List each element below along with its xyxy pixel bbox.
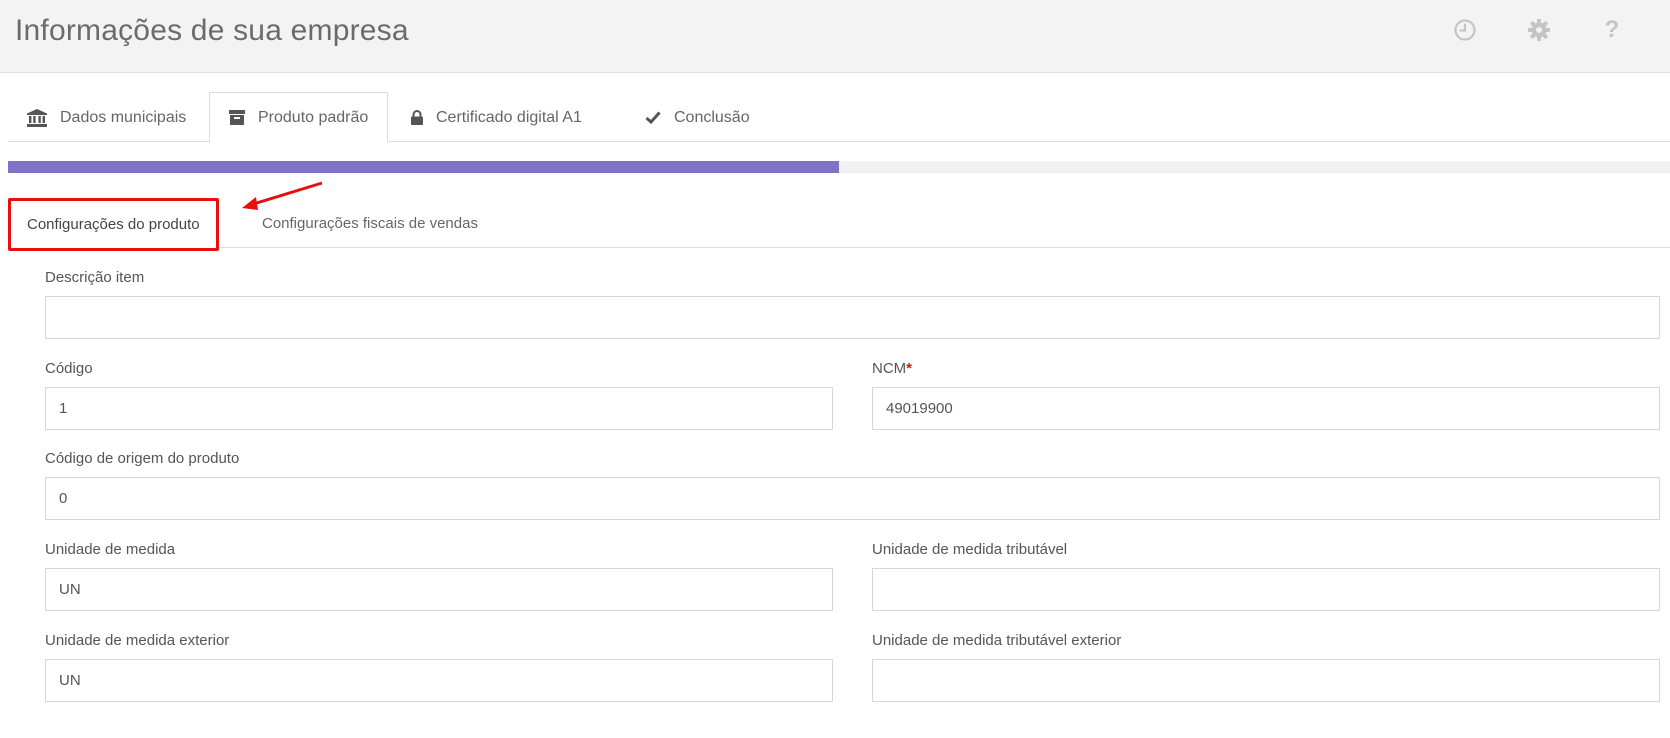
unidade-trib-input[interactable] <box>872 568 1660 611</box>
clock-icon[interactable] <box>1453 18 1477 42</box>
origem-label: Código de origem do produto <box>45 450 240 467</box>
ncm-label-text: NCM <box>872 360 907 377</box>
codigo-label: Código <box>45 360 93 377</box>
tab-label: Configurações do produto <box>27 216 200 233</box>
archive-icon <box>229 110 245 125</box>
step-label: Certificado digital A1 <box>436 108 582 126</box>
unidade-ext-input[interactable] <box>45 659 833 702</box>
page-header: Informações de sua empresa ? <box>0 0 1670 73</box>
unidade-label: Unidade de medida <box>45 541 176 558</box>
step-certificado-digital[interactable]: Certificado digital A1 <box>392 92 601 143</box>
step-produto-padrao[interactable]: Produto padrão <box>209 92 389 143</box>
lock-icon <box>411 110 423 125</box>
codigo-input[interactable] <box>45 387 833 430</box>
tab-configuracoes-produto[interactable]: Configurações do produto <box>8 198 219 251</box>
step-label: Produto padrão <box>258 108 369 126</box>
check-icon <box>645 111 661 124</box>
gear-icon[interactable] <box>1527 18 1551 42</box>
descricao-label: Descrição item <box>45 269 145 286</box>
wizard-progress-bar <box>8 161 1670 173</box>
ncm-input[interactable] <box>872 387 1660 430</box>
unidade-ext-label: Unidade de medida exterior <box>45 632 230 649</box>
required-mark: * <box>906 360 913 377</box>
step-dados-municipais[interactable]: Dados municipais <box>8 92 205 143</box>
page-title: Informações de sua empresa <box>15 14 409 47</box>
step-conclusao[interactable]: Conclusão <box>626 92 769 143</box>
step-label: Dados municipais <box>60 108 187 126</box>
tab-label: Configurações fiscais de vendas <box>262 214 478 232</box>
wizard-steps: Dados municipais Produto padrão Certific… <box>8 92 1670 143</box>
bank-icon <box>27 108 47 127</box>
progress-fill <box>8 161 839 173</box>
unidade-input[interactable] <box>45 568 833 611</box>
ncm-label: NCM* <box>872 360 912 377</box>
step-label: Conclusão <box>674 108 750 126</box>
unidade-trib-label: Unidade de medida tributável <box>872 541 1068 558</box>
annotation-arrow <box>242 181 323 210</box>
descricao-input[interactable] <box>45 296 1660 339</box>
help-glyph: ? <box>1604 16 1620 43</box>
help-icon[interactable]: ? <box>1600 18 1624 42</box>
origem-input[interactable] <box>45 477 1660 520</box>
unidade-trib-ext-label: Unidade de medida tributável exterior <box>872 632 1122 649</box>
unidade-trib-ext-input[interactable] <box>872 659 1660 702</box>
